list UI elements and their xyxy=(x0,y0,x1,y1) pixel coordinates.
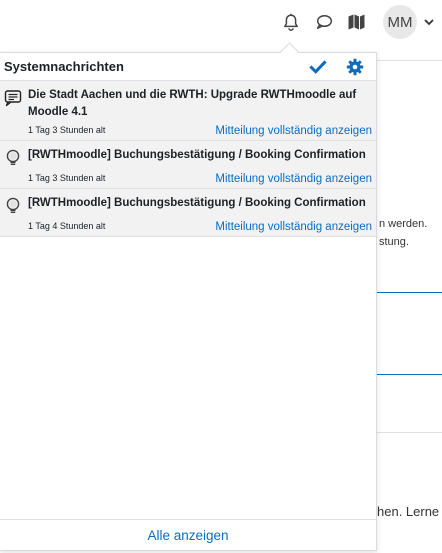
avatar[interactable]: MM xyxy=(383,5,417,39)
notification-list: Die Stadt Aachen und die RWTH: Upgrade R… xyxy=(0,81,376,237)
page: MM n werden. stung. hen. Lerne Systemnac… xyxy=(0,0,442,553)
notification-item[interactable]: Die Stadt Aachen und die RWTH: Upgrade R… xyxy=(0,81,376,141)
notification-item[interactable]: [RWTHmoodle] Buchungsbestätigung / Booki… xyxy=(0,189,376,237)
top-navbar: MM xyxy=(0,0,442,44)
chevron-down-icon[interactable] xyxy=(423,16,435,28)
background-text: n werden. xyxy=(379,218,428,230)
background-divider xyxy=(377,432,442,433)
lightbulb-icon xyxy=(6,197,20,213)
view-full-notification-link[interactable]: Mitteilung vollständig anzeigen xyxy=(215,221,372,233)
checkmark-icon[interactable] xyxy=(309,58,327,76)
user-menu[interactable]: MM xyxy=(383,4,435,40)
notification-subject: Die Stadt Aachen und die RWTH: Upgrade R… xyxy=(28,89,357,118)
notification-subject: [RWTHmoodle] Buchungsbestätigung / Booki… xyxy=(28,149,366,161)
background-divider xyxy=(377,292,442,293)
notification-time: 1 Tag 3 Stunden alt xyxy=(28,125,106,135)
notification-item[interactable]: [RWTHmoodle] Buchungsbestätigung / Booki… xyxy=(0,141,376,189)
notification-time: 1 Tag 3 Stunden alt xyxy=(28,173,106,183)
background-divider xyxy=(377,60,442,61)
message-icon xyxy=(4,90,22,107)
background-text: hen. Lerne xyxy=(377,504,440,519)
popover-footer: Alle anzeigen xyxy=(0,519,376,550)
popover-title: Systemnachrichten xyxy=(4,59,124,74)
chat-bubble-icon[interactable] xyxy=(312,10,336,34)
gear-icon[interactable] xyxy=(346,58,364,76)
background-text: stung. xyxy=(379,236,409,248)
background-divider xyxy=(377,374,442,375)
notification-subject: [RWTHmoodle] Buchungsbestätigung / Booki… xyxy=(28,197,366,209)
map-icon[interactable] xyxy=(344,10,368,34)
popover-header: Systemnachrichten xyxy=(0,53,376,81)
view-full-notification-link[interactable]: Mitteilung vollständig anzeigen xyxy=(215,173,372,185)
notifications-popover: Systemnachrichten Die Stadt Aachen und d… xyxy=(0,52,377,551)
lightbulb-icon xyxy=(6,149,20,165)
notification-time: 1 Tag 4 Stunden alt xyxy=(28,221,106,231)
view-full-notification-link[interactable]: Mitteilung vollständig anzeigen xyxy=(215,125,372,137)
view-all-link[interactable]: Alle anzeigen xyxy=(147,528,228,543)
bell-icon[interactable] xyxy=(279,10,303,34)
